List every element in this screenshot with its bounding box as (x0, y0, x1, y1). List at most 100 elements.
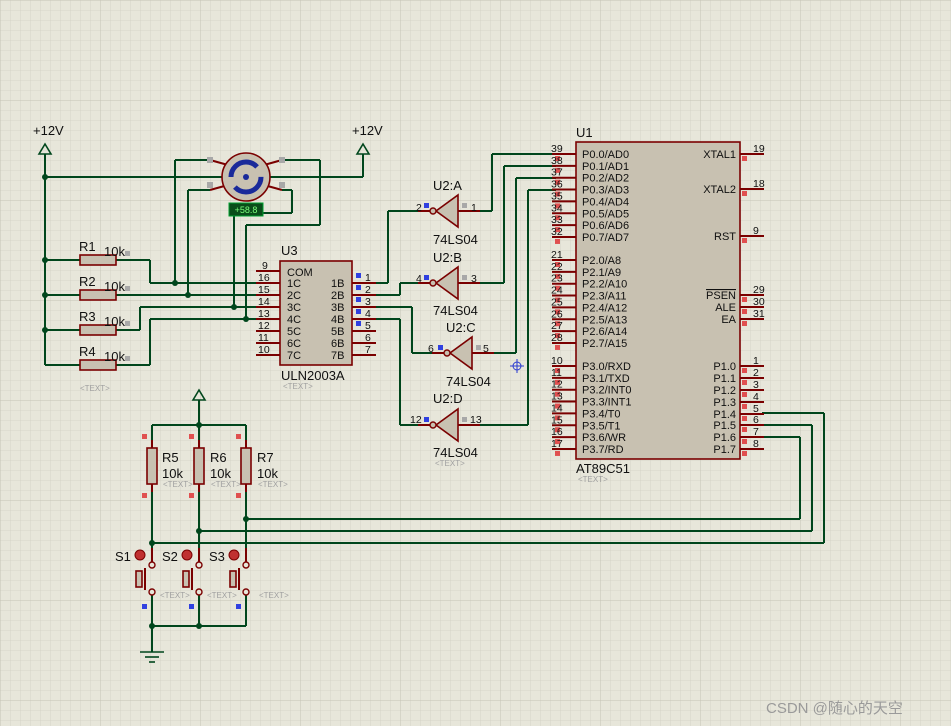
svg-text:P2.2/A10: P2.2/A10 (582, 279, 627, 291)
svg-text:P0.2/AD2: P0.2/AD2 (582, 173, 629, 185)
svg-text:2: 2 (753, 367, 759, 379)
svg-text:39: 39 (551, 143, 563, 155)
watermark: CSDN @随心的天空 (766, 700, 903, 717)
svg-text:12: 12 (258, 320, 270, 332)
at89c51-chip[interactable]: U1 39 P0.0/AD038 P0.1/AD137 P0.2/AD236 P0.3/… (551, 125, 765, 484)
text-placeholder: <TEXT> (283, 382, 313, 391)
resistor-value: 10k (104, 279, 125, 294)
inverter-ref: U2:D (433, 391, 463, 406)
svg-text:P3.3/INT1: P3.3/INT1 (582, 397, 632, 409)
resistor-value: 10k (104, 314, 125, 329)
inverter-ref: U2:A (433, 178, 462, 193)
uln-ref: U3 (281, 243, 298, 258)
svg-text:37: 37 (551, 167, 563, 179)
resistor-value: 10k (210, 466, 231, 481)
svg-text:14: 14 (551, 402, 563, 414)
svg-text:3: 3 (365, 296, 371, 308)
svg-text:17: 17 (551, 438, 563, 450)
resistor-value: 10k (257, 466, 278, 481)
inverter-ref: U2:C (446, 320, 476, 335)
svg-text:P2.5/A13: P2.5/A13 (582, 314, 627, 326)
svg-text:13: 13 (551, 391, 563, 403)
resistor-ref: R1 (79, 239, 96, 254)
svg-text:2B: 2B (331, 290, 344, 302)
svg-text:18: 18 (753, 178, 765, 190)
resistor-ref: R4 (79, 344, 96, 359)
svg-text:24: 24 (551, 285, 563, 297)
svg-text:P3.5/T1: P3.5/T1 (582, 420, 621, 432)
svg-text:9: 9 (262, 260, 268, 272)
switch-ref: S3 (209, 549, 225, 564)
svg-text:3B: 3B (331, 302, 344, 314)
svg-text:P0.6/AD6: P0.6/AD6 (582, 220, 629, 232)
text-placeholder: <TEXT> (163, 480, 193, 489)
svg-text:P0.7/AD7: P0.7/AD7 (582, 232, 629, 244)
svg-text:7B: 7B (331, 350, 344, 362)
svg-text:2: 2 (365, 284, 371, 296)
svg-text:33: 33 (551, 214, 563, 226)
svg-text:16: 16 (551, 426, 563, 438)
resistor-ref: R3 (79, 309, 96, 324)
svg-text:P2.1/A9: P2.1/A9 (582, 267, 621, 279)
svg-text:4: 4 (365, 308, 371, 320)
svg-text:P0.0/AD0: P0.0/AD0 (582, 149, 629, 161)
svg-text:3: 3 (753, 379, 759, 391)
svg-text:23: 23 (551, 273, 563, 285)
svg-text:5: 5 (483, 343, 489, 355)
svg-text:15: 15 (258, 284, 270, 296)
svg-text:P0.5/AD5: P0.5/AD5 (582, 208, 629, 220)
svg-text:P3.2/INT0: P3.2/INT0 (582, 385, 632, 397)
svg-text:P2.4/A12: P2.4/A12 (582, 302, 627, 314)
text-placeholder: <TEXT> (258, 480, 288, 489)
inverter-part: 74LS04 (446, 374, 491, 389)
svg-text:P1.6: P1.6 (713, 432, 736, 444)
svg-text:6C: 6C (287, 338, 301, 350)
svg-text:2: 2 (416, 202, 422, 214)
svg-text:ALE: ALE (715, 302, 736, 314)
svg-text:15: 15 (551, 414, 563, 426)
svg-text:5: 5 (365, 320, 371, 332)
svg-text:13: 13 (470, 414, 482, 426)
schematic-canvas[interactable]: +12V +12V +58.8 R1 10k R2 10k R3 10k R4 … (0, 0, 951, 726)
svg-text:12: 12 (410, 414, 422, 426)
text-placeholder: <TEXT> (160, 591, 190, 600)
svg-text:P0.1/AD1: P0.1/AD1 (582, 161, 629, 173)
resistor-value: 10k (104, 349, 125, 364)
svg-text:19: 19 (753, 143, 765, 155)
svg-text:3C: 3C (287, 302, 301, 314)
svg-text:27: 27 (551, 320, 563, 332)
inverter-part: 74LS04 (433, 232, 478, 247)
svg-text:8: 8 (753, 438, 759, 450)
resistor-ref: R7 (257, 450, 274, 465)
svg-text:6: 6 (753, 414, 759, 426)
text-placeholder: <TEXT> (259, 591, 289, 600)
text-placeholder: <TEXT> (80, 384, 110, 393)
svg-text:P1.7: P1.7 (713, 444, 736, 456)
svg-text:5B: 5B (331, 326, 344, 338)
switch-ref: S2 (162, 549, 178, 564)
text-placeholder: <TEXT> (578, 475, 608, 484)
svg-text:P2.6/A14: P2.6/A14 (582, 326, 627, 338)
switch-ref: S1 (115, 549, 131, 564)
svg-text:1: 1 (753, 355, 759, 367)
power-label-left: +12V (33, 123, 64, 138)
svg-text:6: 6 (428, 343, 434, 355)
svg-text:26: 26 (551, 308, 563, 320)
resistor-value: 10k (104, 244, 125, 259)
svg-text:RST: RST (714, 231, 736, 243)
inverter-part: 74LS04 (433, 303, 478, 318)
svg-text:XTAL1: XTAL1 (703, 149, 736, 161)
svg-text:38: 38 (551, 155, 563, 167)
mcu-part: AT89C51 (576, 461, 630, 476)
svg-text:28: 28 (551, 332, 563, 344)
svg-text:P1.0: P1.0 (713, 361, 736, 373)
svg-text:P3.0/RXD: P3.0/RXD (582, 361, 631, 373)
svg-text:10: 10 (551, 355, 563, 367)
svg-text:P1.2: P1.2 (713, 385, 736, 397)
inverter-part: 74LS04 (433, 445, 478, 460)
svg-text:P0.4/AD4: P0.4/AD4 (582, 196, 629, 208)
svg-text:4B: 4B (331, 314, 344, 326)
svg-text:22: 22 (551, 261, 563, 273)
svg-text:EA: EA (721, 314, 736, 326)
svg-text:P1.1: P1.1 (713, 373, 736, 385)
